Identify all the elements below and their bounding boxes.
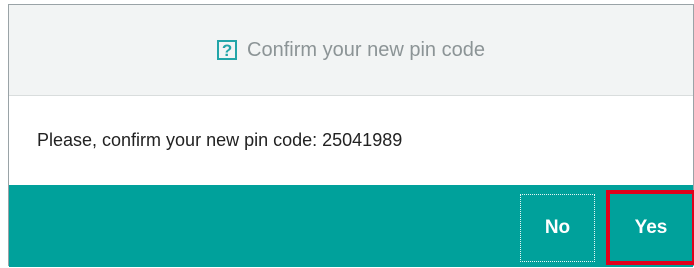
dialog-footer: No Yes — [9, 185, 694, 267]
dialog-body: Please, confirm your new pin code: 25041… — [9, 96, 693, 185]
yes-button[interactable]: Yes — [606, 190, 694, 265]
dialog-header: ? Confirm your new pin code — [9, 5, 693, 96]
confirm-pin-dialog: ? Confirm your new pin code Please, conf… — [8, 4, 694, 267]
no-button[interactable]: No — [520, 194, 595, 262]
help-icon: ? — [217, 40, 238, 60]
dialog-title: Confirm your new pin code — [247, 38, 485, 61]
dialog-message: Please, confirm your new pin code: 25041… — [37, 130, 403, 150]
